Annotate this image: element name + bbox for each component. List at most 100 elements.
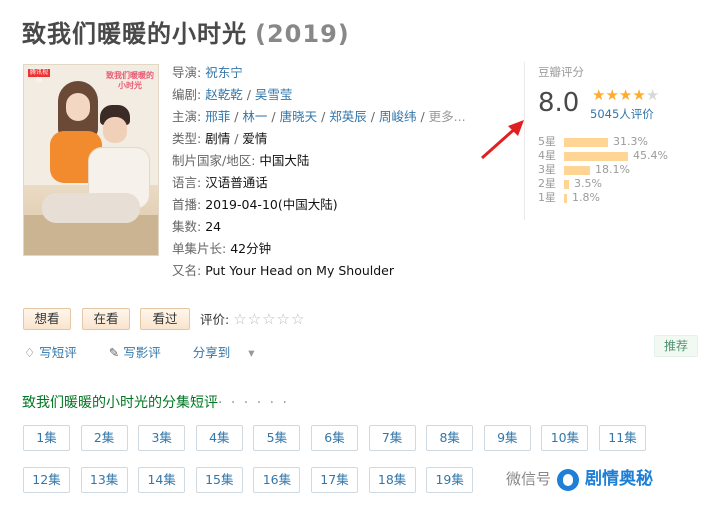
write-review-label: 写影评	[123, 345, 161, 360]
distribution-percent: 3.5%	[574, 177, 602, 190]
write-short-review-link[interactable]: ♢ 写短评	[24, 345, 91, 360]
star-filled-icon: ★	[618, 86, 633, 104]
country-value: 中国大陆	[259, 153, 310, 168]
episode-button[interactable]: 14集	[138, 467, 186, 493]
episode-section-link[interactable]: 致我们暖暖的小时光的分集短评	[22, 395, 218, 411]
star-filled-icon: ★	[592, 86, 606, 104]
episode-button[interactable]: 19集	[426, 467, 474, 493]
recommend-button[interactable]: 推荐	[654, 335, 698, 357]
separator: /	[242, 87, 255, 102]
episode-button[interactable]: 7集	[368, 425, 416, 451]
episode-button[interactable]: 4集	[195, 425, 243, 451]
language-value: 汉语普通话	[205, 175, 268, 190]
info-premiere: 首播: 2019-04-10(中国大陆)	[172, 194, 466, 216]
separator: /	[230, 131, 243, 146]
episode-button[interactable]: 2集	[80, 425, 128, 451]
watching-button[interactable]: 在看	[82, 308, 130, 330]
distribution-star-label: 5星	[538, 135, 556, 148]
info-colon: :	[197, 197, 206, 212]
info-label: 类型	[172, 131, 198, 146]
star-filled-icon: ★	[605, 86, 619, 104]
episode-section-title: 致我们暖暖的小时光的分集短评· · · · · ·	[22, 392, 289, 412]
info-writer: 编剧: 赵乾乾 / 吴雪莹	[172, 84, 466, 106]
poster-figure	[103, 117, 127, 143]
share-dropdown[interactable]: 分享到 ▾	[193, 345, 269, 360]
watermark-logo-icon	[557, 468, 580, 491]
watermark-prefix: 微信号	[506, 470, 552, 488]
separator: /	[230, 109, 243, 124]
episode-button[interactable]: 5集	[253, 425, 301, 451]
info-colon: :	[197, 219, 206, 234]
distribution-star-label: 4星	[538, 149, 556, 162]
distribution-percent: 31.3%	[613, 135, 648, 148]
pencil-icon: ✎	[108, 345, 120, 360]
comment-icon: ♢	[24, 345, 36, 360]
cast-link[interactable]: 邢菲	[205, 109, 230, 124]
info-label: 语言	[172, 175, 198, 190]
rating-votes-link[interactable]: 5045人评价	[590, 106, 654, 122]
genre-value: 剧情	[205, 131, 231, 146]
cast-link[interactable]: 林一	[242, 109, 267, 124]
rating-score: 8.0	[538, 88, 580, 118]
write-review-link[interactable]: ✎ 写影评	[109, 345, 175, 360]
cast-link[interactable]: 唐晓天	[280, 109, 318, 124]
episode-button[interactable]: 3集	[138, 425, 186, 451]
evaluate-stars-input[interactable]: ☆☆☆☆☆	[233, 310, 305, 328]
write-short-review-label: 写短评	[39, 345, 77, 360]
writer-link[interactable]: 吴雪莹	[255, 87, 293, 102]
separator: /	[267, 109, 280, 124]
star-empty-icon: ★	[645, 86, 660, 104]
episode-button[interactable]: 11集	[599, 425, 646, 451]
poster-image[interactable]: 腾讯视频 致我们暖暖的小时光	[23, 64, 159, 256]
section-dots: · · · · · ·	[218, 395, 289, 411]
episode-button[interactable]: 1集	[23, 425, 70, 451]
distribution-row: 5星 31.3%	[538, 135, 668, 149]
episode-button[interactable]: 12集	[23, 467, 70, 493]
distribution-row: 1星 1.8%	[538, 191, 668, 205]
cast-link[interactable]: 周峻纬	[379, 109, 417, 124]
episode-button[interactable]: 15集	[195, 467, 243, 493]
cast-more-link[interactable]: 更多...	[429, 109, 466, 124]
info-label: 首播	[172, 197, 198, 212]
info-duration: 单集片长: 42分钟	[172, 238, 466, 260]
episode-button[interactable]: 10集	[541, 425, 589, 451]
writer-link[interactable]: 赵乾乾	[205, 87, 243, 102]
distribution-star-label: 1星	[538, 191, 556, 204]
poster-title-art: 致我们暖暖的小时光	[106, 71, 154, 90]
episode-button[interactable]: 17集	[311, 467, 358, 493]
distribution-row: 4星 45.4%	[538, 149, 668, 163]
show-year: (2019)	[255, 20, 350, 48]
director-link[interactable]: 祝东宁	[205, 65, 243, 80]
episode-button[interactable]: 6集	[311, 425, 358, 451]
distribution-row: 3星 18.1%	[538, 163, 668, 177]
distribution-bar	[564, 179, 569, 189]
evaluate-label: 评价:	[200, 312, 230, 327]
info-colon: :	[197, 87, 206, 102]
watched-button[interactable]: 看过	[140, 308, 190, 330]
rating-title: 豆瓣评分	[538, 65, 584, 79]
episode-button[interactable]: 8集	[426, 425, 474, 451]
episode-button[interactable]: 9集	[483, 425, 531, 451]
episode-button[interactable]: 16集	[253, 467, 301, 493]
separator: /	[416, 109, 429, 124]
distribution-bar	[564, 151, 628, 161]
cast-link[interactable]: 郑英辰	[329, 109, 367, 124]
info-label: 编剧	[172, 87, 198, 102]
genre-value: 爱情	[242, 131, 268, 146]
premiere-value: 2019-04-10(中国大陆)	[205, 197, 338, 212]
info-label: 制片国家/地区	[172, 153, 252, 168]
distribution-star-label: 2星	[538, 177, 556, 190]
distribution-star-label: 3星	[538, 163, 556, 176]
info-colon: :	[222, 241, 231, 256]
share-label: 分享到	[192, 345, 231, 360]
distribution-bar	[564, 193, 567, 203]
info-label: 单集片长	[172, 241, 223, 256]
info-language: 语言: 汉语普通话	[172, 172, 466, 194]
info-colon: :	[197, 109, 206, 124]
want-to-watch-button[interactable]: 想看	[23, 308, 71, 330]
episode-button[interactable]: 18集	[368, 467, 416, 493]
episode-button[interactable]: 13集	[80, 467, 128, 493]
rating-stars: ★★★★★	[592, 86, 659, 104]
rating-distribution: 5星 31.3% 4星 45.4% 3星 18.1% 2星 3.5% 1星 1.8%	[538, 135, 668, 205]
aka-value: Put Your Head on My Shoulder	[205, 263, 394, 278]
